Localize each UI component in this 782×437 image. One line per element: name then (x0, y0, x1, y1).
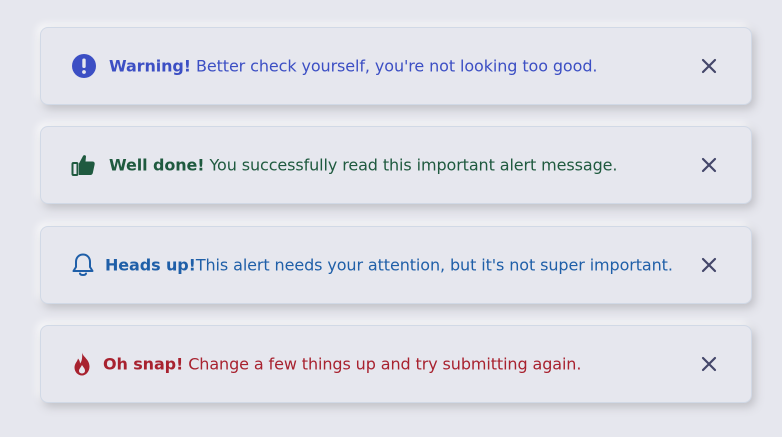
alert-success-message: Well done! You successfully read this im… (109, 156, 617, 175)
fire-icon (71, 351, 93, 377)
exclamation-circle-icon (71, 53, 97, 79)
close-icon[interactable] (701, 58, 717, 74)
alert-warning-message: Warning! Better check yourself, you're n… (109, 57, 597, 76)
alert-info-message: Heads up!This alert needs your attention… (105, 256, 673, 275)
alerts-container: Warning! Better check yourself, you're n… (0, 0, 782, 437)
alert-success: Well done! You successfully read this im… (40, 126, 752, 204)
alert-warning-text: Better check yourself, you're not lookin… (190, 56, 598, 76)
alert-info-text: This alert needs your attention, but it'… (195, 255, 673, 275)
alert-info-title: Heads up! (105, 255, 196, 275)
close-icon[interactable] (701, 257, 717, 273)
bell-icon (71, 252, 95, 278)
thumbs-up-icon (71, 152, 97, 178)
close-icon[interactable] (701, 157, 717, 173)
alert-info: Heads up!This alert needs your attention… (40, 226, 752, 304)
alert-success-title: Well done! (109, 155, 205, 175)
alert-danger-message: Oh snap! Change a few things up and try … (103, 355, 581, 374)
alert-warning: Warning! Better check yourself, you're n… (40, 27, 752, 105)
alert-danger: Oh snap! Change a few things up and try … (40, 325, 752, 403)
close-icon[interactable] (701, 356, 717, 372)
alert-success-text: You successfully read this important ale… (204, 155, 618, 175)
alert-danger-title: Oh snap! (103, 354, 184, 374)
alert-danger-text: Change a few things up and try submittin… (183, 354, 582, 374)
alert-warning-title: Warning! (109, 56, 191, 76)
